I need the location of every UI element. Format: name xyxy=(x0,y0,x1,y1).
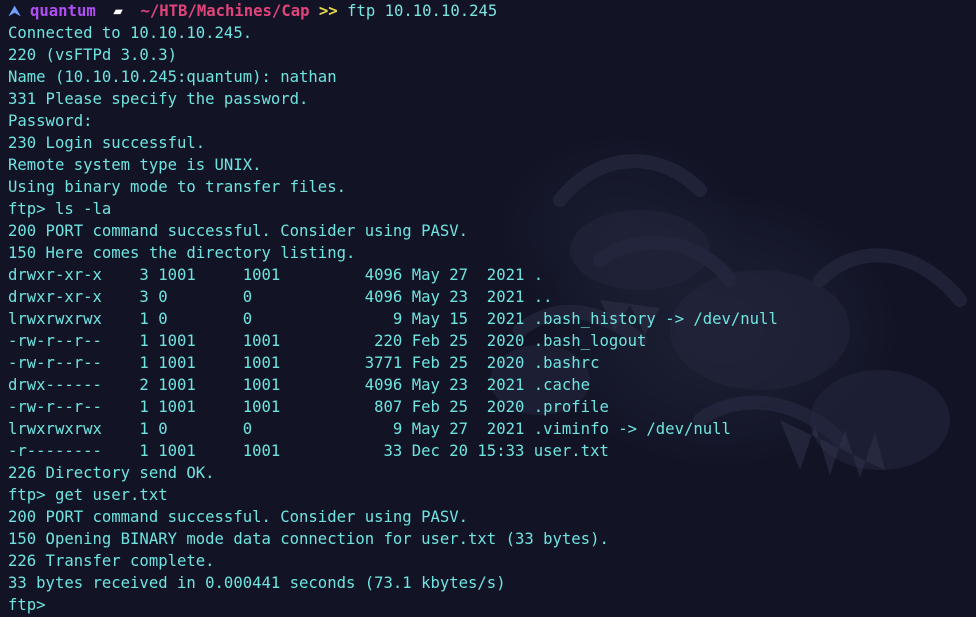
shell-prompt-line: ⮝ quantum ▰ ~/HTB/Machines/Cap >> ftp 10.… xyxy=(8,0,976,22)
output-line: 150 Here comes the directory listing. xyxy=(8,244,356,262)
output-line: 200 PORT command successful. Consider us… xyxy=(8,508,469,526)
listing-row: drwxr-xr-x 3 0 0 4096 May 23 2021 .. xyxy=(8,288,553,306)
arch-linux-icon: ⮝ xyxy=(8,2,22,20)
prompt-user: quantum xyxy=(30,2,96,20)
output-line: 331 Please specify the password. xyxy=(8,90,309,108)
folder-icon: ▰ xyxy=(113,2,123,20)
output-line: Using binary mode to transfer files. xyxy=(8,178,346,196)
listing-row: drwxr-xr-x 3 1001 1001 4096 May 27 2021 … xyxy=(8,266,544,284)
listing-row: drwx------ 2 1001 1001 4096 May 23 2021 … xyxy=(8,376,591,394)
output-line: Name (10.10.10.245:quantum): nathan xyxy=(8,68,337,86)
output-line: 226 Directory send OK. xyxy=(8,464,215,482)
output-line: 226 Transfer complete. xyxy=(8,552,215,570)
ftp-input-prompt[interactable]: ftp> xyxy=(8,594,976,616)
output-line: 200 PORT command successful. Consider us… xyxy=(8,222,469,240)
terminal-output[interactable]: ⮝ quantum ▰ ~/HTB/Machines/Cap >> ftp 10.… xyxy=(8,0,976,616)
prompt-command: ftp 10.10.10.245 xyxy=(347,2,498,20)
listing-row: -rw-r--r-- 1 1001 1001 220 Feb 25 2020 .… xyxy=(8,332,647,350)
ftp-command-line: ftp> get user.txt xyxy=(8,486,168,504)
output-line: Connected to 10.10.10.245. xyxy=(8,24,253,42)
output-line: 150 Opening BINARY mode data connection … xyxy=(8,530,609,548)
listing-row: -rw-r--r-- 1 1001 1001 807 Feb 25 2020 .… xyxy=(8,398,609,416)
listing-row: -r-------- 1 1001 1001 33 Dec 20 15:33 u… xyxy=(8,442,609,460)
output-line: 220 (vsFTPd 3.0.3) xyxy=(8,46,177,64)
output-line: 230 Login successful. xyxy=(8,134,206,152)
ftp-command-line: ftp> ls -la xyxy=(8,200,112,218)
output-line: Password: xyxy=(8,112,93,130)
listing-row: lrwxrwxrwx 1 0 0 9 May 27 2021 .viminfo … xyxy=(8,420,731,438)
terminal-window[interactable]: ⮝ quantum ▰ ~/HTB/Machines/Cap >> ftp 10.… xyxy=(0,0,976,617)
prompt-separator: >> xyxy=(318,2,338,20)
listing-row: lrwxrwxrwx 1 0 0 9 May 15 2021 .bash_his… xyxy=(8,310,778,328)
output-line: Remote system type is UNIX. xyxy=(8,156,262,174)
listing-row: -rw-r--r-- 1 1001 1001 3771 Feb 25 2020 … xyxy=(8,354,600,372)
prompt-path: ~/HTB/Machines/Cap xyxy=(140,2,310,20)
output-line: 33 bytes received in 0.000441 seconds (7… xyxy=(8,574,506,592)
